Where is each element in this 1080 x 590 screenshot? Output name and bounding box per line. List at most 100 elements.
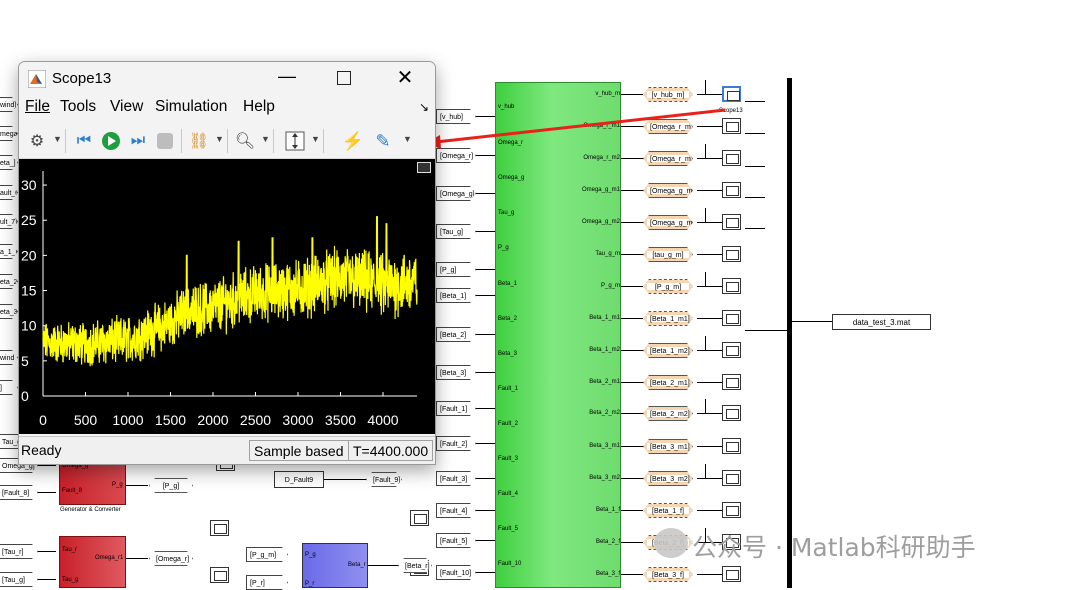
beta-r-goto-tag[interactable]: [Beta_r] [398,558,432,573]
d-fault9-block[interactable]: D_Fault9 [274,471,324,488]
left-from-tag[interactable]: eta_2_ [0,274,18,289]
fault9-goto-tag[interactable]: [Fault_9] [366,472,402,487]
left-from-tag[interactable]: eta_] [0,155,18,170]
mux-from-tag[interactable]: [Omega_g] [436,186,476,201]
run-icon[interactable] [99,129,123,153]
scope-block[interactable] [722,342,741,358]
goto-tag[interactable]: [Beta_3_f] [643,567,693,582]
mux-bar[interactable] [787,78,792,588]
mux-from-tag[interactable]: [Beta_2] [436,327,476,342]
mux-from-tag[interactable]: [Fault_10] [436,565,476,580]
edit-icon[interactable]: ✎ [371,129,395,153]
minimize-button[interactable]: — [277,66,297,90]
scope-plot-area[interactable]: 0 5 10 15 20 25 30 0 500 1000 1500 2000 2500 3000 3500… [19,159,435,434]
mux-from-tag[interactable]: [Fault_4] [436,503,476,518]
undock-icon[interactable]: ↘ [419,100,429,114]
out-line [621,222,643,223]
goto-tag[interactable]: [Omega_g_m1] [643,183,693,198]
left-from-tag[interactable]: wind] [0,97,18,112]
menu-simulation[interactable]: Simulation [155,98,227,116]
scope-block-bottom-3[interactable] [410,510,429,526]
goto-tag[interactable]: [Beta_1_f] [643,503,693,518]
legend-toggle-icon[interactable] [417,162,431,173]
gear-icon[interactable]: ⚙ [25,129,49,153]
highlight-simulink-icon[interactable]: ⚡ [341,129,365,153]
to-file-block[interactable]: data_test_3.mat [832,314,931,330]
maximize-button[interactable] [337,71,351,85]
menu-help[interactable]: Help [243,98,275,116]
stop-icon[interactable] [153,129,177,153]
mux-from-tag[interactable]: [Fault_1] [436,401,476,416]
autoscale-dropdown-icon[interactable]: ▼ [311,134,320,144]
mux-from-tag[interactable]: [Fault_5] [436,533,476,548]
mux-input-line [476,269,495,270]
scope-block[interactable] [722,438,741,454]
gear-dropdown-icon[interactable]: ▼ [53,134,62,144]
mux-from-tag[interactable]: [Fault_2] [436,436,476,451]
scope-block[interactable] [722,566,741,582]
mux-from-tag[interactable]: [Beta_3] [436,365,476,380]
scope-block[interactable] [722,310,741,326]
left-from-tag[interactable]: wind [0,350,18,365]
pitch-in2-label: P_r [305,581,315,587]
zoom-icon[interactable]: 🔍︎ [233,129,257,153]
scope-block-bottom-1[interactable] [210,520,229,536]
menu-view[interactable]: View [110,98,143,116]
edit-dropdown-icon[interactable]: ▼ [403,134,412,144]
mux-from-tag[interactable]: [Tau_g] [436,224,476,239]
menu-tools[interactable]: Tools [60,98,96,116]
gen-out-line [126,485,148,486]
left-from-tag[interactable]: eta_3_ [0,304,18,319]
goto-tag[interactable]: [Beta_1_m1] [643,311,693,326]
out-line [621,478,643,479]
step-back-icon[interactable]: ⏮ [72,129,96,153]
omega-r-goto-tag[interactable]: [Omega_r] [149,551,193,566]
autoscale-icon[interactable] [283,129,307,153]
step-forward-icon[interactable]: ⏭ [126,129,150,153]
out-line [621,190,643,191]
mux-input-line [476,193,495,194]
mux-from-tag[interactable]: [Fault_3] [436,471,476,486]
left-from-tag[interactable]: [Fault_8] [0,485,38,500]
goto-tag[interactable]: [Beta_3_m2] [643,471,693,486]
scope-titlebar[interactable]: Scope13 — ✕ [19,62,435,96]
gen-goto-tag[interactable]: [P_g] [149,478,193,493]
goto-tag[interactable]: [P_g_m] [643,279,693,294]
mux-from-tag[interactable]: [P_g] [436,262,476,277]
goto-tag[interactable]: [Beta_1_m2] [643,343,693,358]
goto-tag[interactable]: [tau_g_m] [643,247,693,262]
dfault-line [324,479,366,480]
close-button[interactable]: ✕ [395,65,415,89]
subsystem-in-port-label: Omega_g [498,175,525,181]
left-from-tag[interactable]: ault_6] [0,185,18,200]
left-from-tag[interactable]: a_1_( [0,244,18,259]
scope-block[interactable] [722,214,741,230]
signal-dropdown-icon[interactable]: ▼ [215,134,224,144]
goto-tag[interactable]: [Beta_2_m2] [643,406,693,421]
scope-block[interactable] [722,405,741,421]
left-from-tag[interactable]: ] [0,380,18,395]
y-tick-label: 10 [21,318,37,334]
out-line [621,286,643,287]
goto-tag[interactable]: [Beta_3_m1] [643,439,693,454]
scope-block[interactable] [722,246,741,262]
mux-from-tag[interactable]: [Beta_1] [436,288,476,303]
scope-window[interactable]: Scope13 — ✕ File Tools View Simulation H… [18,61,436,465]
goto-tag[interactable]: [Beta_2_m1] [643,375,693,390]
scope-block[interactable] [722,470,741,486]
left-from-tag[interactable]: ult_7] [0,214,18,229]
p-g-m-from-tag[interactable]: [P_g_m] [246,547,288,562]
scope-block[interactable] [722,502,741,518]
scope-block[interactable] [722,374,741,390]
left-from-tag[interactable]: [Tau_r] [0,544,38,559]
scope-block[interactable] [722,182,741,198]
scope-block[interactable] [722,278,741,294]
signal-select-icon[interactable]: ⛓ [187,129,211,153]
goto-tag[interactable]: [Omega_g_m2] [643,215,693,230]
left-from-tag[interactable]: mega_ [0,126,18,141]
menu-file[interactable]: File [25,98,50,116]
left-from-tag[interactable]: [Tau_g] [0,572,38,587]
zoom-dropdown-icon[interactable]: ▼ [261,134,270,144]
scope-block-bottom-2[interactable] [210,567,229,583]
toolbar-separator [65,129,66,153]
